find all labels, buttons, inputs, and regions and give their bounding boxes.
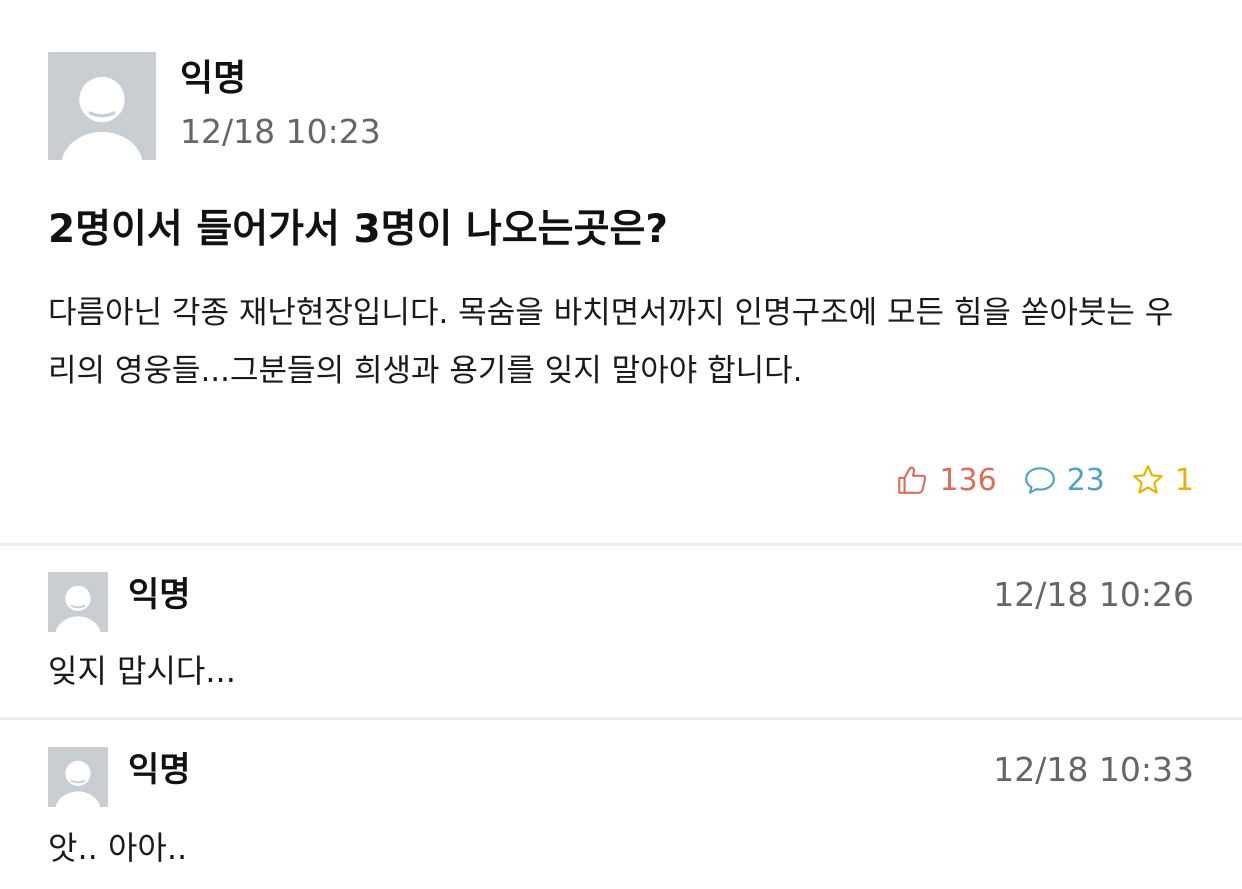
post-author-name: 익명 (180, 58, 247, 99)
comment-timestamp: 12/18 10:33 (993, 750, 1194, 789)
like-button[interactable]: 136 (895, 462, 997, 498)
speech-bubble-icon (1024, 467, 1055, 494)
star-icon (1133, 465, 1163, 494)
comment-author-name: 익명 (128, 750, 191, 790)
scrap-count: 1 (1174, 462, 1194, 498)
comment-divider (0, 717, 1242, 720)
thumbs-up-icon (898, 466, 927, 494)
post-stats-bar: 136 23 1 (869, 458, 1194, 502)
anonymous-avatar-icon (55, 760, 101, 807)
comment-text: 앗.. 아아.. (48, 829, 188, 867)
comment-text: 잊지 맙시다... (48, 652, 236, 690)
anonymous-avatar-icon (55, 585, 101, 632)
comment-author-avatar (48, 572, 108, 632)
comment-count: 23 (1066, 462, 1105, 498)
post-author-avatar (48, 52, 156, 160)
comment-divider (0, 543, 1242, 546)
post-timestamp: 12/18 10:23 (180, 112, 381, 151)
post-body: 다름아닌 각종 재난현장입니다. 목숨을 바치면서까지 인명구조에 모든 힘을 … (48, 295, 1174, 389)
comment-author-avatar (48, 747, 108, 807)
like-count: 136 (939, 462, 997, 498)
comment-timestamp: 12/18 10:26 (993, 575, 1194, 614)
comment-author-name: 익명 (128, 575, 191, 615)
anonymous-avatar-icon (61, 76, 143, 160)
post-title: 2명이서 들어가서 3명이 나오는곳은? (48, 207, 668, 252)
comment-count-button[interactable]: 23 (1023, 463, 1105, 498)
scrap-button[interactable]: 1 (1131, 463, 1194, 498)
